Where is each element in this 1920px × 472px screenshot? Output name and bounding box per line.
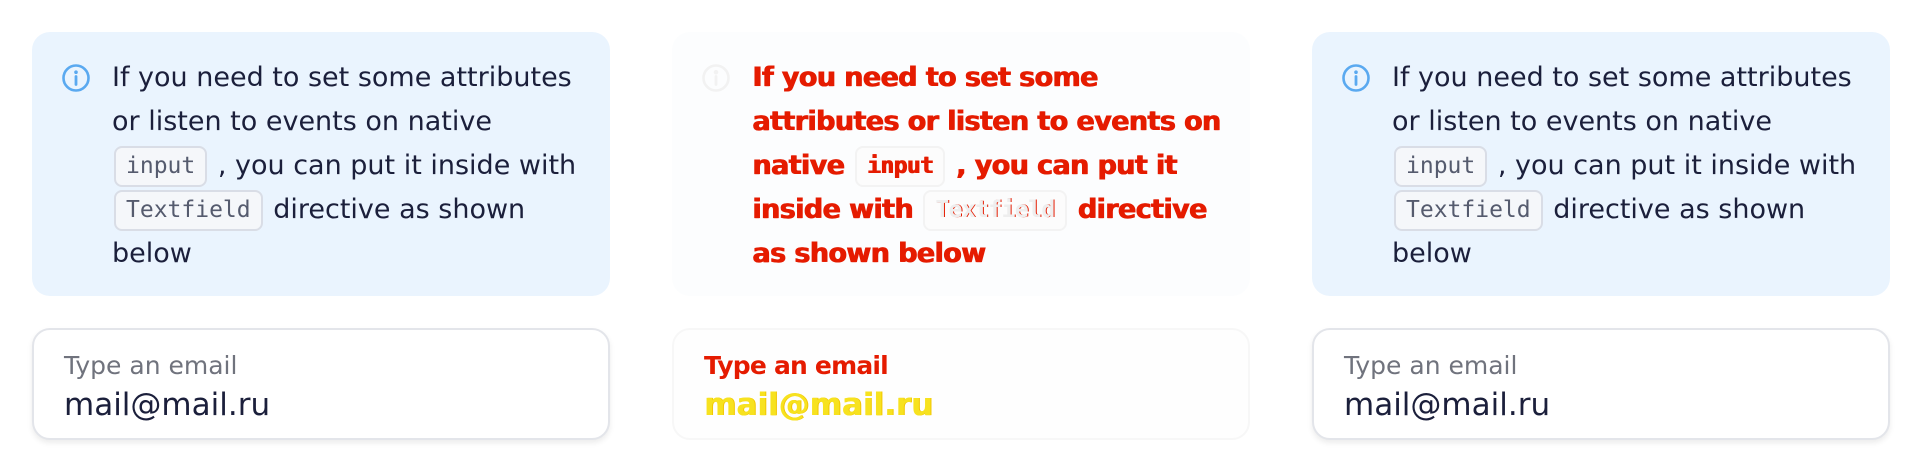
code-input: input — [854, 146, 945, 187]
email-field-label: Type an email — [1344, 351, 1518, 380]
info-icon — [702, 64, 730, 92]
info-notification: If you need to set some attributes or li… — [32, 32, 610, 296]
info-icon — [1342, 64, 1370, 92]
email-textfield[interactable]: Type an email mail@mail.ru — [32, 328, 610, 440]
email-textfield[interactable]: Type an email mail@mail.ru — [672, 328, 1250, 440]
note-text-before: If you need to set some attributes or li… — [112, 62, 572, 137]
email-field-label: Type an email — [704, 351, 889, 380]
email-field-label: Type an email — [64, 351, 238, 380]
code-input: input — [1394, 146, 1488, 187]
info-notification: If you need to set some attributes or li… — [672, 32, 1250, 296]
note-text-before: If you need to set some attributes or li… — [1392, 62, 1852, 137]
code-input: input — [114, 146, 208, 187]
info-icon — [62, 64, 90, 92]
email-field-value[interactable]: mail@mail.ru — [64, 384, 578, 426]
email-field-value[interactable]: mail@mail.ru — [1344, 384, 1858, 426]
panel-left: If you need to set some attributes or li… — [0, 0, 640, 472]
code-textfield: Textfield — [114, 190, 263, 231]
email-textfield[interactable]: Type an email mail@mail.ru — [1312, 328, 1890, 440]
note-text-middle: , you can put it inside with — [217, 150, 577, 181]
info-notification: If you need to set some attributes or li… — [1312, 32, 1890, 296]
email-field-value[interactable]: mail@mail.ru — [704, 384, 1218, 426]
code-textfield: Textfield — [923, 190, 1067, 231]
code-textfield: Textfield — [1394, 190, 1543, 231]
comparison-panels: If you need to set some attributes or li… — [0, 0, 1920, 472]
note-text-middle: , you can put it inside with — [1497, 150, 1857, 181]
panel-middle: If you need to set some attributes or li… — [640, 0, 1280, 472]
panel-right: If you need to set some attributes or li… — [1280, 0, 1920, 472]
